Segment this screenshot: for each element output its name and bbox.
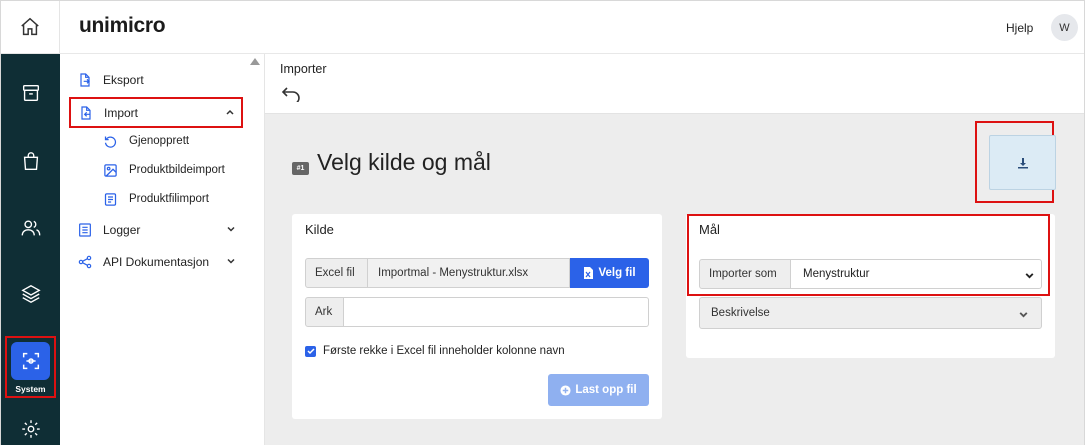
excel-file-input[interactable]: Importmal - Menystruktur.xlsx bbox=[368, 258, 570, 288]
rail-shop-button[interactable] bbox=[1, 141, 60, 181]
file-import-icon bbox=[102, 191, 118, 207]
sidebar-item-label: Logger bbox=[103, 223, 141, 237]
sidebar-item-label: Import bbox=[104, 105, 139, 120]
main-rail: System bbox=[1, 1, 60, 445]
avatar[interactable]: W bbox=[1051, 14, 1078, 41]
rail-layers-button[interactable] bbox=[1, 274, 60, 314]
gear-icon bbox=[21, 420, 40, 438]
shopping-bag-icon bbox=[23, 152, 38, 170]
download-template-button[interactable] bbox=[989, 135, 1056, 190]
top-bar: unimicro Hjelp W bbox=[60, 1, 1084, 54]
excel-file-group: Excel fil Importmal - Menystruktur.xlsx … bbox=[305, 258, 649, 288]
log-icon bbox=[76, 221, 94, 239]
upload-file-label: Last opp fil bbox=[575, 384, 637, 396]
scroll-up-arrow-icon[interactable] bbox=[250, 58, 260, 65]
first-row-checkbox[interactable] bbox=[305, 345, 316, 357]
description-label: Beskrivelse bbox=[711, 307, 770, 319]
help-link[interactable]: Hjelp bbox=[1006, 21, 1033, 35]
restore-icon bbox=[102, 133, 118, 149]
download-template-highlight bbox=[975, 121, 1056, 203]
upload-file-button[interactable]: Last opp fil bbox=[548, 374, 649, 406]
rail-system-button[interactable]: System bbox=[5, 336, 56, 398]
kilde-card: Kilde Excel fil Importmal - Menystruktur… bbox=[292, 214, 662, 419]
sidebar-item-api-dokumentasjon[interactable]: API Dokumentasjon bbox=[70, 248, 242, 276]
back-arrow-icon bbox=[281, 87, 300, 105]
rail-users-button[interactable] bbox=[1, 208, 60, 248]
choose-file-button[interactable]: Velg fil bbox=[570, 258, 649, 288]
first-row-checkbox-label: Første rekke i Excel fil inneholder kolo… bbox=[323, 345, 565, 357]
step-badge: #1 bbox=[292, 162, 309, 175]
sidebar-item-import[interactable]: Import bbox=[69, 97, 243, 128]
plus-circle-icon bbox=[560, 384, 571, 396]
download-icon bbox=[1017, 157, 1028, 168]
choose-file-label: Velg fil bbox=[598, 267, 636, 279]
maal-highlight bbox=[687, 214, 1050, 296]
home-button[interactable] bbox=[1, 1, 60, 54]
image-import-icon bbox=[102, 162, 118, 178]
page-title: Velg kilde og mål bbox=[317, 149, 491, 175]
sidebar-item-produktbildeimport[interactable]: Produktbildeimport bbox=[102, 158, 225, 182]
sidebar-item-logger[interactable]: Logger bbox=[70, 216, 242, 244]
system-icon-box bbox=[11, 342, 50, 380]
kilde-title: Kilde bbox=[305, 222, 334, 237]
api-icon bbox=[76, 253, 94, 271]
sidebar-item-label: Gjenopprett bbox=[129, 135, 190, 147]
export-file-icon bbox=[76, 71, 94, 89]
chevron-down-icon bbox=[1019, 312, 1028, 318]
sheet-group: Ark bbox=[305, 297, 649, 327]
first-row-checkbox-row[interactable]: Første rekke i Excel fil inneholder kolo… bbox=[305, 345, 565, 357]
sidebar-item-eksport[interactable]: Eksport bbox=[70, 66, 242, 94]
breadcrumb: Importer bbox=[280, 62, 327, 76]
checkmark-icon bbox=[306, 348, 315, 355]
file-excel-icon bbox=[584, 267, 594, 279]
app-logo[interactable]: unimicro bbox=[79, 14, 166, 38]
sheet-input[interactable] bbox=[344, 297, 649, 327]
sheet-label: Ark bbox=[305, 297, 344, 327]
sidebar-item-label: Produktbildeimport bbox=[129, 164, 225, 176]
import-file-icon bbox=[77, 104, 95, 122]
chevron-down-icon bbox=[227, 258, 235, 264]
back-button[interactable] bbox=[281, 86, 301, 105]
layers-icon bbox=[20, 284, 41, 304]
system-label: System bbox=[15, 384, 46, 394]
rail-settings-button[interactable] bbox=[1, 409, 60, 445]
sidebar-item-label: Produktfilimport bbox=[129, 193, 209, 205]
rail-archive-button[interactable] bbox=[1, 73, 60, 113]
sidebar-item-gjenopprett[interactable]: Gjenopprett bbox=[102, 129, 189, 153]
excel-file-label: Excel fil bbox=[305, 258, 368, 288]
description-collapse[interactable]: Beskrivelse bbox=[699, 297, 1042, 329]
chevron-up-icon bbox=[226, 109, 234, 115]
sub-sidebar: Eksport Import Gjenopprett Produktbildei… bbox=[60, 54, 265, 445]
chevron-down-icon bbox=[227, 226, 235, 232]
sidebar-item-label: Eksport bbox=[103, 73, 144, 87]
users-icon bbox=[21, 220, 40, 236]
system-scan-icon bbox=[22, 352, 39, 370]
sidebar-item-label: API Dokumentasjon bbox=[103, 255, 210, 269]
page-header: Importer bbox=[265, 54, 1084, 114]
home-icon bbox=[21, 17, 39, 36]
archive-icon bbox=[22, 84, 39, 102]
sidebar-item-produktfilimport[interactable]: Produktfilimport bbox=[102, 187, 209, 211]
